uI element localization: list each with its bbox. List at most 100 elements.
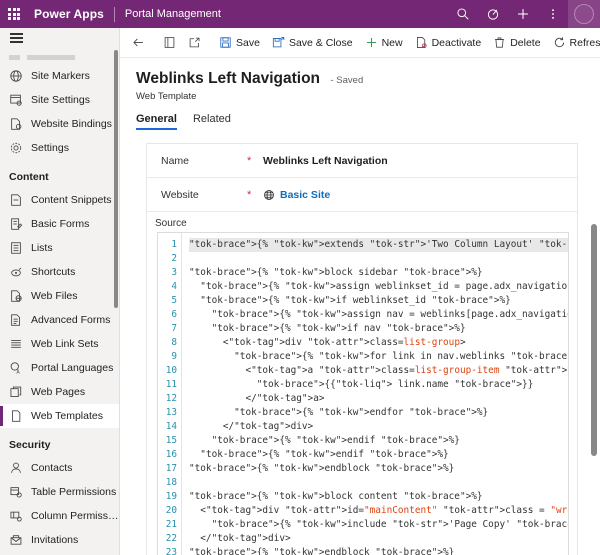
sidebar-item-content-snippets[interactable]: Content Snippets xyxy=(0,188,119,212)
sidebar-item-web-link-sets[interactable]: Web Link Sets xyxy=(0,332,119,356)
code-line: "tok-brace">{% "tok-kw">extends "tok-str… xyxy=(189,238,568,252)
gear-icon xyxy=(10,142,22,154)
required-marker: * xyxy=(247,188,252,201)
sidebar-item-site-markers[interactable]: Site Markers xyxy=(0,64,119,88)
line-number: 10 xyxy=(165,365,177,376)
globe-icon xyxy=(264,189,274,200)
sidebar-item-label: Basic Forms xyxy=(31,218,90,230)
sidebar-scrollbar[interactable] xyxy=(114,50,118,308)
sidebar-item-site-settings[interactable]: Site Settings xyxy=(0,88,119,112)
sidebar-nav: Site Markers Site Settings Website Bindi… xyxy=(0,50,119,555)
filter-settings-icon[interactable] xyxy=(478,0,508,28)
deactivate-button[interactable]: Deactivate xyxy=(409,29,488,57)
delete-button[interactable]: Delete xyxy=(487,29,546,57)
sidebar-item-basic-forms[interactable]: Basic Forms xyxy=(0,212,119,236)
basic-form-icon xyxy=(11,218,23,230)
sidebar-group-security: Security xyxy=(9,439,51,451)
sidebar-item-label: Lists xyxy=(31,242,53,254)
code-line: "tok-brace">{% "tok-kw">endif "tok-brace… xyxy=(200,449,449,460)
brand-separator xyxy=(113,6,115,22)
line-number: 21 xyxy=(165,519,177,530)
tab-related[interactable]: Related xyxy=(193,113,231,130)
sidebar-item-settings[interactable]: Settings xyxy=(0,136,119,160)
code-line: <"tok-tag">div "tok-attr">class=list-gro… xyxy=(189,337,466,348)
save-and-close-button[interactable]: Save & Close xyxy=(266,29,359,57)
sidebar-item-table-permissions[interactable]: Table Permissions xyxy=(0,480,119,504)
name-field[interactable]: Weblinks Left Navigation xyxy=(263,155,388,167)
form-card: Name * Weblinks Left Navigation Website … xyxy=(146,143,578,555)
line-number: 22 xyxy=(165,533,177,544)
code-line: "tok-brace">{% "tok-kw">if weblinkset_id… xyxy=(200,295,511,306)
main-content: Save Save & Close New Deactivate Delete … xyxy=(120,28,600,555)
code-area[interactable]: "tok-brace">{% "tok-kw">extends "tok-str… xyxy=(182,233,568,555)
code-line: "tok-brace">{% "tok-kw">block sidebar "t… xyxy=(189,267,483,278)
new-label: New xyxy=(381,36,403,49)
sidebar-item-web-files[interactable]: Web Files xyxy=(0,284,119,308)
shortcut-icon xyxy=(11,267,22,277)
sidebar-item-lists[interactable]: Lists xyxy=(0,236,119,260)
code-line: </"tok-tag">div> xyxy=(189,421,314,432)
popout-icon[interactable] xyxy=(182,29,207,57)
line-number: 8 xyxy=(171,337,177,348)
code-line: "tok-brace">{% "tok-kw">endif "tok-brace… xyxy=(211,435,460,446)
topbar-actions xyxy=(448,0,600,28)
waffle-icon[interactable] xyxy=(0,0,28,28)
form-icon[interactable] xyxy=(157,29,182,57)
svg-text:A: A xyxy=(16,370,20,375)
sidebar-item-partial[interactable] xyxy=(0,50,119,64)
sidebar-item-portal-languages[interactable]: A Portal Languages xyxy=(0,356,119,380)
code-line: "tok-brace">{% "tok-kw">if nav "tok-brac… xyxy=(211,323,466,334)
app-name-label[interactable]: Portal Management xyxy=(125,8,221,20)
required-marker: * xyxy=(247,154,252,167)
sidebar-item-web-templates[interactable]: Web Templates xyxy=(0,404,119,428)
web-file-icon xyxy=(11,290,22,302)
sidebar-item-advanced-forms[interactable]: Advanced Forms xyxy=(0,308,119,332)
save-label: Save xyxy=(236,36,260,49)
tab-general[interactable]: General xyxy=(136,113,177,130)
main-scrollbar-thumb[interactable] xyxy=(591,224,597,456)
web-template-icon xyxy=(12,410,21,422)
sidebar: Site Markers Site Settings Website Bindi… xyxy=(0,28,120,555)
sidebar-item-label: Site Markers xyxy=(31,70,90,82)
avatar[interactable] xyxy=(568,0,600,28)
sidebar-item-contacts[interactable]: Contacts xyxy=(0,456,119,480)
sidebar-item-website-bindings[interactable]: Website Bindings xyxy=(0,112,119,136)
sidebar-item-web-pages[interactable]: Web Pages xyxy=(0,380,119,404)
line-number-gutter: 1 2 3 4 5 6 7 8 9 10 11 12 13 14 15 16 17 18 19 20 21 22 23 xyxy=(158,233,182,555)
line-number: 1 xyxy=(171,239,177,250)
table-permission-icon xyxy=(10,487,22,498)
more-vertical-icon[interactable] xyxy=(538,0,568,28)
line-number: 5 xyxy=(171,295,177,306)
app-shell: Site Markers Site Settings Website Bindi… xyxy=(0,28,600,555)
code-line: "tok-brace">{{"tok-liq"> link.name "tok-… xyxy=(256,379,534,390)
delete-label: Delete xyxy=(510,36,541,49)
line-number: 9 xyxy=(171,351,177,362)
search-icon[interactable] xyxy=(448,0,478,28)
sidebar-item-invitations[interactable]: Invitations xyxy=(0,528,119,552)
line-number: 3 xyxy=(171,267,177,278)
sidebar-item-label: Table Permissions xyxy=(31,486,117,498)
record-header: Weblinks Left Navigation - Saved Web Tem… xyxy=(120,58,600,102)
code-line: </"tok-tag">a> xyxy=(189,393,325,404)
sidebar-item-label: Contacts xyxy=(31,462,73,474)
plus-icon[interactable] xyxy=(508,0,538,28)
code-line: "tok-brace">{% "tok-kw">include "tok-str… xyxy=(211,519,568,530)
source-code-editor[interactable]: 1 2 3 4 5 6 7 8 9 10 11 12 13 14 15 16 17 18 19 20 21 22 23 "t… xyxy=(157,232,569,555)
brand-label[interactable]: Power Apps xyxy=(34,7,104,21)
sidebar-item-label: Settings xyxy=(31,142,69,154)
sidebar-item-label: Website Bindings xyxy=(31,118,112,130)
sidebar-item-column-permissions[interactable]: Column Permissio... xyxy=(0,504,119,528)
back-arrow-icon[interactable] xyxy=(126,29,151,57)
refresh-button[interactable]: Refresh xyxy=(547,29,600,57)
sidebar-item-shortcuts[interactable]: Shortcuts xyxy=(0,260,119,284)
new-button[interactable]: New xyxy=(359,29,409,57)
line-number: 2 xyxy=(171,253,177,264)
save-button[interactable]: Save xyxy=(213,29,266,57)
hamburger-menu-icon[interactable] xyxy=(0,28,119,50)
saved-status: - Saved xyxy=(330,75,364,86)
website-lookup-link[interactable]: Basic Site xyxy=(263,189,330,201)
line-number: 17 xyxy=(165,463,177,474)
globe-icon xyxy=(10,70,22,82)
